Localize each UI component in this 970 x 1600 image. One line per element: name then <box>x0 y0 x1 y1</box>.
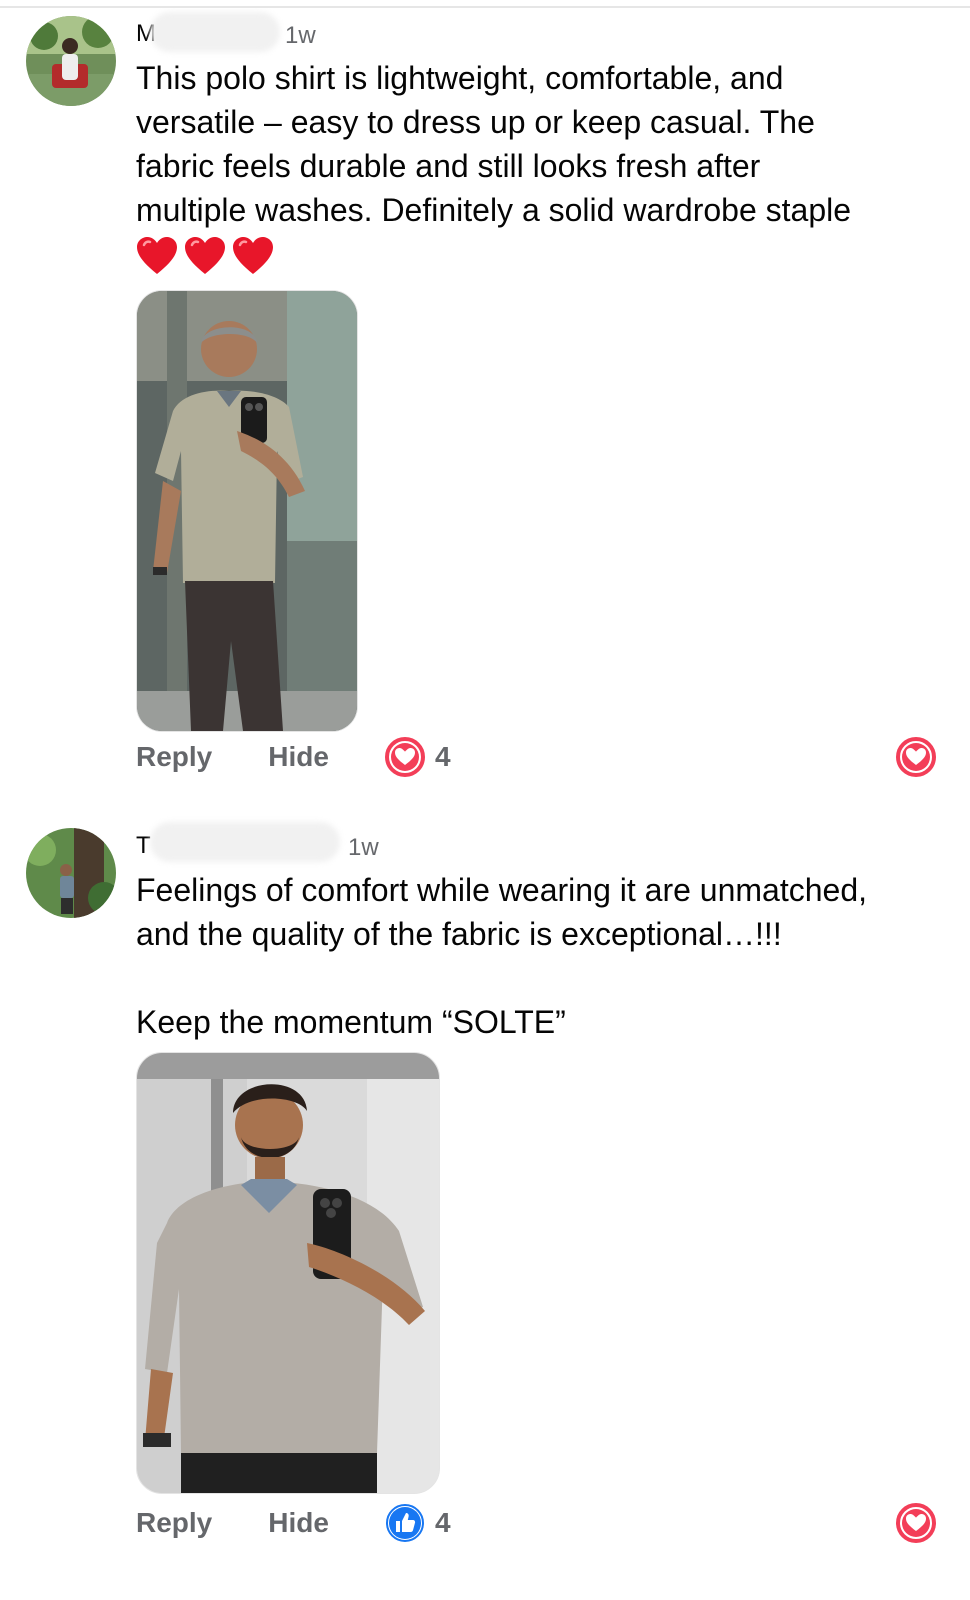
timestamp[interactable]: 1w <box>285 22 316 50</box>
heart-emoji-icon <box>233 237 273 274</box>
love-reaction-icon <box>384 737 425 777</box>
avatar[interactable] <box>26 16 116 106</box>
top-divider <box>0 6 970 8</box>
comment-line: fabric feels durable and still looks fre… <box>136 148 761 184</box>
comment-line: versatile – easy to dress up or keep cas… <box>136 104 815 140</box>
hide-button[interactable]: Hide <box>268 1507 329 1539</box>
reaction-count: 4 <box>434 741 451 772</box>
comment-line <box>136 956 956 1000</box>
redacted-name-blur <box>150 822 340 862</box>
comment-text: This polo shirt is lightweight, comforta… <box>136 56 956 232</box>
attached-photo[interactable] <box>136 290 358 732</box>
comment-line: and the quality of the fabric is excepti… <box>136 916 782 952</box>
heart-emoji-icon <box>137 237 177 274</box>
comment-line: Keep the momentum “SOLTE” <box>136 1004 566 1040</box>
comment-actions: Reply Hide 4 <box>136 1503 451 1543</box>
author-name[interactable]: T <box>136 832 151 860</box>
comment-line: multiple washes. Definitely a solid ward… <box>136 192 852 228</box>
reaction-summary[interactable]: 4 <box>384 737 451 777</box>
comment-line: Feelings of comfort while wearing it are… <box>136 872 868 908</box>
like-reaction-icon <box>385 1504 424 1542</box>
comment-text: Feelings of comfort while wearing it are… <box>136 868 956 1044</box>
comment-line: This polo shirt is lightweight, comforta… <box>136 60 784 96</box>
attached-photo[interactable] <box>136 1052 440 1494</box>
heart-emoji-icon <box>185 237 225 274</box>
hide-button[interactable]: Hide <box>268 741 329 773</box>
reply-button[interactable]: Reply <box>136 741 212 773</box>
reply-button[interactable]: Reply <box>136 1507 212 1539</box>
reaction-summary[interactable]: 4 <box>385 1503 451 1543</box>
emoji-row <box>136 236 274 276</box>
comment-actions: Reply Hide 4 <box>136 737 451 777</box>
react-heart-button[interactable] <box>896 737 936 777</box>
avatar[interactable] <box>26 828 116 918</box>
react-heart-button[interactable] <box>896 1503 936 1543</box>
reaction-count: 4 <box>434 1507 451 1538</box>
timestamp[interactable]: 1w <box>348 834 379 862</box>
redacted-name-blur <box>150 12 280 52</box>
